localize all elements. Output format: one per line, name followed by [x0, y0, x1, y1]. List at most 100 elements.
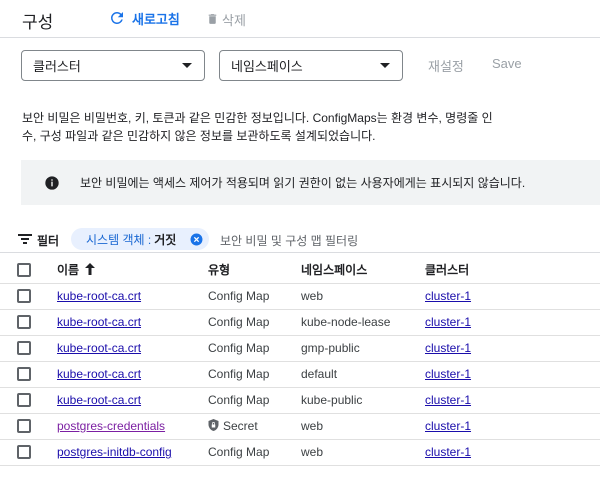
cluster-link[interactable]: cluster-1	[425, 341, 471, 355]
cluster-link[interactable]: cluster-1	[425, 315, 471, 329]
cluster-link[interactable]: cluster-1	[425, 289, 471, 303]
filter-icon[interactable]	[18, 234, 32, 244]
refresh-button[interactable]: 새로고침	[108, 8, 180, 28]
cluster-cell: cluster-1	[425, 309, 600, 336]
name-cell: kube-root-ca.crt	[57, 309, 208, 336]
refresh-label: 새로고침	[132, 11, 180, 27]
name-cell: kube-root-ca.crt	[57, 361, 208, 388]
table-row: kube-root-ca.crt Config Map default clus…	[0, 361, 600, 388]
cluster-cell: cluster-1	[425, 387, 600, 414]
name-link[interactable]: kube-root-ca.crt	[57, 367, 141, 381]
namespace-cell: gmp-public	[301, 335, 425, 362]
table-row: postgres-credentials Secret web cluster-…	[0, 413, 600, 440]
table-row: kube-root-ca.crt Config Map gmp-public c…	[0, 335, 600, 362]
header-type[interactable]: 유형	[208, 257, 301, 284]
select-all-checkbox[interactable]	[17, 263, 31, 278]
row-checkbox-cell	[0, 309, 57, 336]
table-header-row: 이름 유형 네임스페이스 클러스터	[0, 257, 600, 284]
type-label: Secret	[223, 419, 258, 433]
header-cluster[interactable]: 클러스터	[425, 257, 600, 284]
type-cell: Config Map	[208, 283, 301, 310]
table-row: kube-root-ca.crt Config Map web cluster-…	[0, 283, 600, 310]
close-icon[interactable]	[190, 233, 203, 246]
namespace-cell: web	[301, 283, 425, 310]
save-button[interactable]: Save	[492, 56, 522, 71]
header-name[interactable]: 이름	[57, 257, 208, 284]
cluster-link[interactable]: cluster-1	[425, 445, 471, 459]
name-cell: kube-root-ca.crt	[57, 283, 208, 310]
row-checkbox-cell	[0, 335, 57, 362]
row-checkbox[interactable]	[17, 367, 31, 382]
namespace-cell: web	[301, 439, 425, 466]
cluster-link[interactable]: cluster-1	[425, 419, 471, 433]
lock-icon	[208, 419, 219, 431]
header-checkbox-cell	[0, 257, 57, 284]
reset-button[interactable]: 재설정	[428, 56, 464, 75]
type-cell: Config Map	[208, 361, 301, 388]
name-link[interactable]: kube-root-ca.crt	[57, 393, 141, 407]
type-cell: Config Map	[208, 309, 301, 336]
row-checkbox[interactable]	[17, 315, 31, 330]
name-link[interactable]: postgres-initdb-config	[57, 445, 172, 459]
row-checkbox[interactable]	[17, 419, 31, 434]
configs-table: 이름 유형 네임스페이스 클러스터 kube-root-ca.crt Confi…	[0, 257, 600, 466]
cluster-cell: cluster-1	[425, 283, 600, 310]
namespace-cell: kube-public	[301, 387, 425, 414]
top-toolbar: 구성 새로고침 삭제	[0, 0, 600, 38]
name-link[interactable]: kube-root-ca.crt	[57, 315, 141, 329]
cluster-select-value: 클러스터	[33, 59, 81, 74]
delete-button[interactable]: 삭제	[206, 9, 246, 29]
trash-icon	[208, 14, 217, 24]
row-checkbox-cell	[0, 387, 57, 414]
namespace-cell: kube-node-lease	[301, 309, 425, 336]
dropdown-arrow-icon	[182, 63, 192, 68]
name-cell: kube-root-ca.crt	[57, 335, 208, 362]
cluster-link[interactable]: cluster-1	[425, 367, 471, 381]
row-checkbox-cell	[0, 361, 57, 388]
info-banner: 보안 비밀에는 액세스 제어가 적용되며 읽기 권한이 없는 사용자에게는 표시…	[21, 160, 600, 205]
name-cell: postgres-initdb-config	[57, 439, 208, 466]
chip-key: 시스템 객체 :	[86, 232, 152, 247]
type-cell: Secret	[208, 413, 301, 440]
namespace-cell: web	[301, 413, 425, 440]
table-row: postgres-initdb-config Config Map web cl…	[0, 439, 600, 466]
header-name-label: 이름	[57, 263, 80, 278]
row-checkbox[interactable]	[17, 341, 31, 356]
filter-bar: 필터 시스템 객체 : 거짓 보안 비밀 및 구성 맵 필터링	[0, 226, 600, 253]
cluster-cell: cluster-1	[425, 413, 600, 440]
name-link[interactable]: kube-root-ca.crt	[57, 289, 141, 303]
dropdown-arrow-icon	[380, 63, 390, 68]
banner-text: 보안 비밀에는 액세스 제어가 적용되며 읽기 권한이 없는 사용자에게는 표시…	[80, 176, 526, 190]
page-title: 구성	[22, 13, 54, 32]
name-link[interactable]: kube-root-ca.crt	[57, 341, 141, 355]
row-checkbox[interactable]	[17, 393, 31, 408]
name-cell: postgres-credentials	[57, 413, 208, 440]
name-cell: kube-root-ca.crt	[57, 387, 208, 414]
cluster-cell: cluster-1	[425, 361, 600, 388]
arrow-up-icon	[85, 263, 96, 276]
table-row: kube-root-ca.crt Config Map kube-public …	[0, 387, 600, 414]
namespace-cell: default	[301, 361, 425, 388]
type-cell: Config Map	[208, 439, 301, 466]
namespace-select[interactable]: 네임스페이스	[219, 50, 403, 81]
row-checkbox[interactable]	[17, 445, 31, 460]
filter-label: 필터	[37, 234, 60, 248]
namespace-select-value: 네임스페이스	[231, 59, 303, 74]
cluster-link[interactable]: cluster-1	[425, 393, 471, 407]
cluster-select[interactable]: 클러스터	[21, 50, 205, 81]
name-link[interactable]: postgres-credentials	[57, 419, 165, 433]
info-icon	[45, 175, 59, 190]
filter-input[interactable]: 보안 비밀 및 구성 맵 필터링	[220, 232, 358, 249]
chip-value: 거짓	[154, 232, 177, 247]
type-cell: Config Map	[208, 335, 301, 362]
header-namespace[interactable]: 네임스페이스	[301, 257, 425, 284]
table-row: kube-root-ca.crt Config Map kube-node-le…	[0, 309, 600, 336]
filter-chip-system-object[interactable]: 시스템 객체 : 거짓	[71, 228, 209, 250]
delete-label: 삭제	[222, 12, 246, 28]
cluster-cell: cluster-1	[425, 439, 600, 466]
row-checkbox-cell	[0, 413, 57, 440]
cluster-cell: cluster-1	[425, 335, 600, 362]
row-checkbox-cell	[0, 283, 57, 310]
row-checkbox[interactable]	[17, 289, 31, 304]
refresh-icon	[110, 11, 123, 24]
